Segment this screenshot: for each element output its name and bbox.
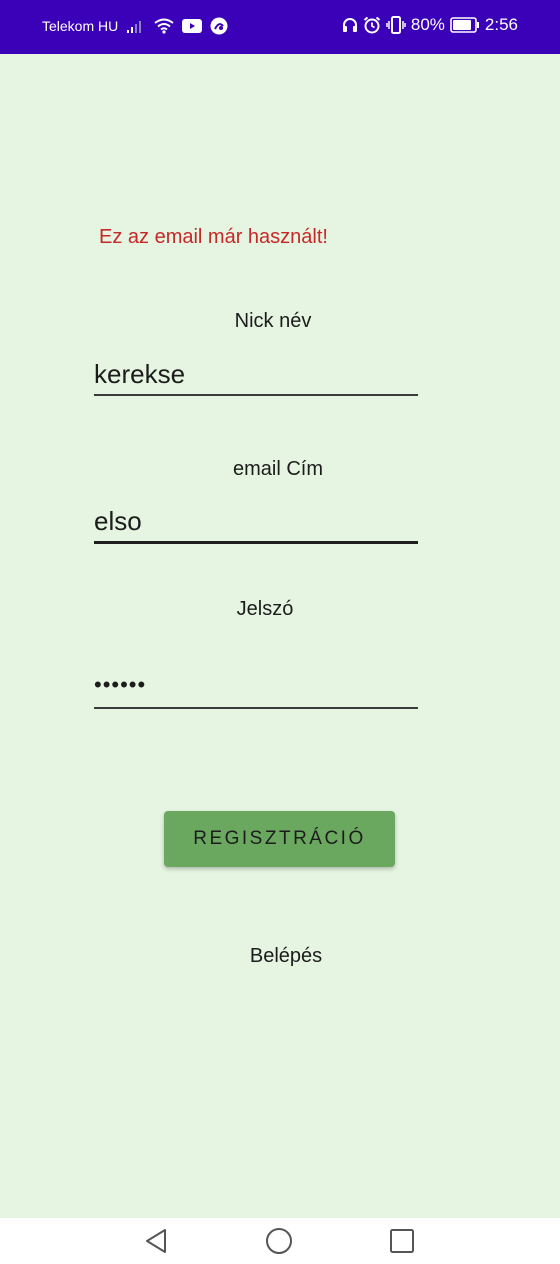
nick-label: Nick név [234, 310, 312, 332]
navigation-bar [0, 1218, 560, 1264]
email-label: email Cím [232, 458, 323, 480]
nick-field-wrapper [94, 356, 418, 396]
home-icon[interactable] [264, 1226, 294, 1256]
clock: 2:56 [484, 15, 518, 34]
register-button[interactable]: REGISZTRÁCIÓ [164, 811, 395, 867]
battery-icon [450, 17, 480, 33]
alarm-icon [363, 16, 381, 34]
battery-percent: 80% [410, 15, 445, 34]
error-message: Ez az email már használt! [99, 226, 328, 248]
password-label: Jelszó [236, 598, 294, 620]
youtube-icon [182, 19, 203, 33]
app-notification-icon [210, 17, 228, 35]
recents-icon[interactable] [387, 1226, 417, 1256]
login-link[interactable]: Belépés [0, 945, 560, 968]
status-left: Telekom HU [42, 17, 228, 35]
back-icon[interactable] [141, 1226, 171, 1256]
headphones-icon [342, 17, 358, 33]
status-right: 80% 2:56 [342, 15, 518, 35]
vibrate-icon [386, 16, 406, 34]
password-underline [94, 707, 418, 709]
carrier-label: Telekom HU [42, 18, 119, 34]
status-bar: Telekom HU 80% 2:56 [0, 0, 560, 54]
nick-input[interactable] [94, 356, 418, 392]
email-input[interactable] [94, 503, 418, 539]
wifi-icon [154, 18, 174, 34]
email-field-wrapper [94, 503, 418, 544]
signal-icon [126, 19, 146, 33]
password-field-wrapper [94, 667, 418, 709]
password-input[interactable] [94, 667, 418, 703]
email-underline [94, 541, 418, 544]
nick-underline [94, 394, 418, 396]
